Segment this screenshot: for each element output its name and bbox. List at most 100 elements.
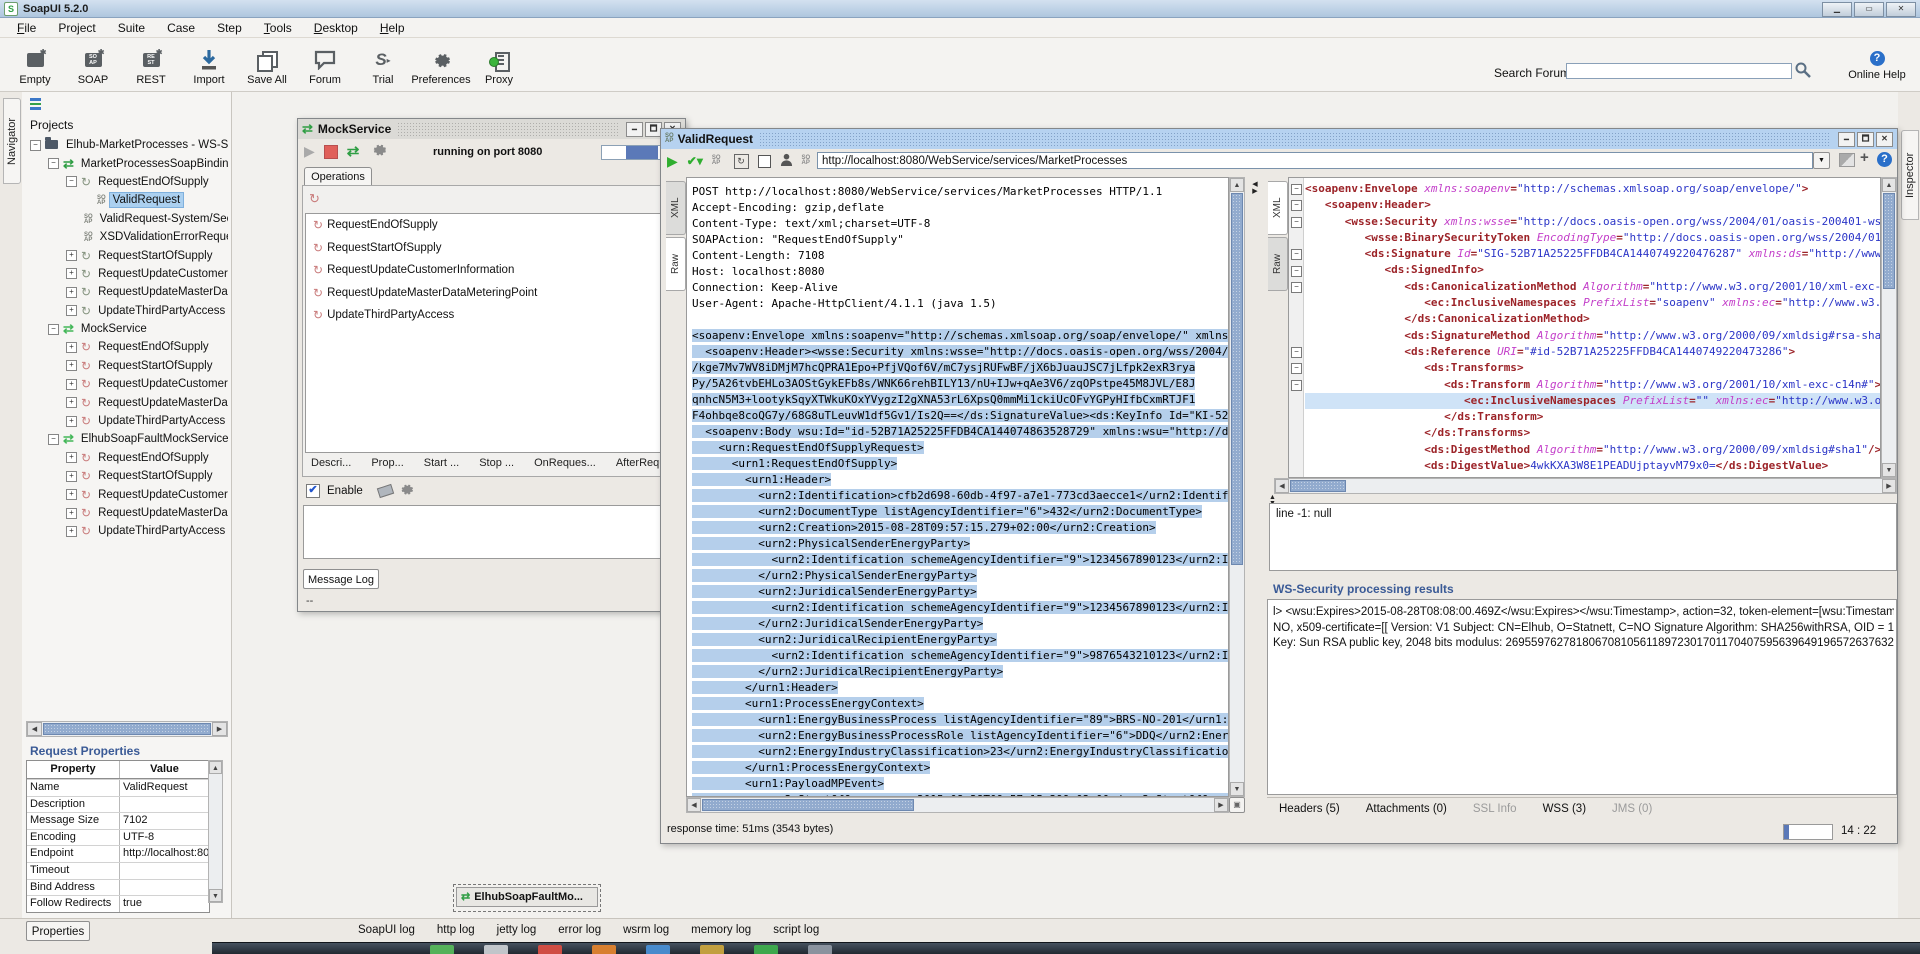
tree-toggle-icon[interactable]: − <box>48 324 59 335</box>
tree-node[interactable]: −⇄MarketProcessesSoapBinding <box>28 154 228 172</box>
request-hscrollbar[interactable]: ◀ ▶ <box>686 797 1229 813</box>
clear-request-icon[interactable] <box>758 155 771 168</box>
response-hscrollbar[interactable]: ◀ ▶ <box>1274 478 1897 494</box>
tree-node[interactable]: +↻UpdateThirdPartyAccess <box>28 412 228 430</box>
tree-node[interactable]: SOAPXSDValidationErrorRequest <box>28 228 228 246</box>
property-value-cell[interactable]: UTF-8 <box>119 830 209 846</box>
projects-root-label[interactable]: Projects <box>30 118 73 132</box>
menu-suite[interactable]: Suite <box>107 19 156 37</box>
splitter-collapse-icons[interactable]: ◀▶ <box>1247 177 1263 195</box>
scroll-down-icon[interactable]: ▼ <box>1230 782 1244 796</box>
window-titlebar[interactable]: S SoapUI 5.2.0 ▁ ▭ ✕ <box>0 0 1920 18</box>
tree-node[interactable]: +↻RequestUpdateMasterDataMeteringPoint <box>28 504 228 522</box>
split-layout-icon[interactable] <box>1839 153 1855 167</box>
log-tab-script-log[interactable]: script log <box>773 924 819 936</box>
request-help-icon[interactable]: ? <box>1877 152 1892 167</box>
property-value-cell[interactable]: ValidRequest <box>119 780 209 796</box>
message-log-tab[interactable]: Message Log <box>303 569 379 589</box>
inspector-tab-attachments-0-[interactable]: Attachments (0) <box>1366 803 1447 815</box>
log-tab-wsrm-log[interactable]: wsrm log <box>623 924 669 936</box>
scroll-up-icon[interactable]: ▲ <box>1230 178 1244 192</box>
tree-toggle-icon[interactable]: + <box>66 268 77 279</box>
menu-tools[interactable]: Tools <box>253 19 303 37</box>
menu-desktop[interactable]: Desktop <box>303 19 369 37</box>
property-value-cell[interactable]: 7102 <box>119 813 209 829</box>
menu-help[interactable]: Help <box>369 19 416 37</box>
tree-node[interactable]: −⇄MockService <box>28 320 228 338</box>
mock-operation-item[interactable]: ↻UpdateThirdPartyAccess <box>306 304 677 327</box>
mock-restart-icon[interactable]: ⇄ <box>347 146 360 158</box>
scroll-down-icon[interactable]: ▼ <box>1882 463 1896 477</box>
internal-minimize-icon[interactable]: 🗕 <box>1838 132 1855 147</box>
fold-toggle-icon[interactable]: − <box>1291 380 1302 391</box>
fold-toggle-icon[interactable]: − <box>1291 184 1302 195</box>
tree-toggle-icon[interactable]: + <box>66 250 77 261</box>
tree-node[interactable]: +↻RequestEndOfSupply <box>28 449 228 467</box>
log-tab-memory-log[interactable]: memory log <box>691 924 751 936</box>
scroll-left-icon[interactable]: ◀ <box>687 798 701 812</box>
property-value-cell[interactable]: true <box>119 896 209 912</box>
search-forum-input[interactable] <box>1566 63 1792 79</box>
mock-operation-item[interactable]: ↻RequestUpdateCustomerInformation <box>306 259 677 282</box>
scrollbar-thumb[interactable] <box>43 723 211 735</box>
menu-step[interactable]: Step <box>206 19 253 37</box>
mock-operation-item[interactable]: ↻RequestStartOfSupply <box>306 237 677 260</box>
log-tab-http-log[interactable]: http log <box>437 924 475 936</box>
fold-toggle-icon[interactable]: − <box>1291 200 1302 211</box>
properties-vscrollbar[interactable]: ▲ ▼ <box>208 760 223 903</box>
pane-splitter[interactable]: ◀▶ <box>1247 177 1263 813</box>
tree-toggle-icon[interactable]: + <box>66 360 77 371</box>
response-vscrollbar[interactable]: ▲ ▼ <box>1881 177 1897 478</box>
tree-toggle-icon[interactable]: + <box>66 452 77 463</box>
mock-operation-icon[interactable]: ↻ <box>309 191 320 207</box>
enable-checkbox[interactable]: ✔ <box>306 484 320 498</box>
tree-options-icon[interactable] <box>30 98 41 110</box>
scrollbar-thumb[interactable] <box>1231 193 1243 565</box>
windows-taskbar[interactable] <box>212 942 1920 954</box>
menu-case[interactable]: Case <box>156 19 206 37</box>
taskbar-app-icon[interactable] <box>754 945 778 954</box>
view-tab-raw[interactable]: Raw <box>666 237 686 291</box>
eraser-icon[interactable] <box>377 484 394 498</box>
fold-toggle-icon[interactable]: − <box>1291 249 1302 260</box>
mock-stop-icon[interactable] <box>324 145 338 159</box>
tree-node[interactable]: +↻RequestEndOfSupply <box>28 338 228 356</box>
scroll-left-icon[interactable]: ◀ <box>27 722 42 736</box>
endpoint-dropdown-icon[interactable]: ▼ <box>1813 152 1830 169</box>
mock-operation-item[interactable]: ↻RequestEndOfSupply <box>306 214 677 237</box>
taskbar-app-icon[interactable] <box>430 945 454 954</box>
tree-toggle-icon[interactable]: + <box>66 489 77 500</box>
scroll-right-icon[interactable]: ▶ <box>1214 798 1228 812</box>
popup-editor-icon[interactable]: ▣ <box>1229 797 1245 813</box>
internal-close-icon[interactable]: ✕ <box>1876 132 1893 147</box>
fold-toggle-icon[interactable]: − <box>1291 347 1302 358</box>
request-editor[interactable]: POST http://localhost:8080/WebService/se… <box>686 177 1229 797</box>
maximize-button[interactable]: ▭ <box>1854 2 1884 17</box>
validation-error-box[interactable]: line -1: null <box>1269 503 1897 571</box>
scroll-right-icon[interactable]: ▶ <box>212 722 227 736</box>
proxy-button[interactable]: Proxy <box>470 41 528 88</box>
tree-node[interactable]: +↻RequestUpdateCustomerInformation <box>28 485 228 503</box>
online-help-button[interactable]: ? Online Help <box>1838 50 1916 81</box>
tree-node[interactable]: +↻RequestUpdateCustomerInformation <box>28 375 228 393</box>
tree-toggle-icon[interactable]: + <box>66 287 77 298</box>
properties-bottom-tab[interactable]: Properties <box>26 921 90 941</box>
menu-file[interactable]: File <box>6 19 47 37</box>
tree-node[interactable]: −Elhub-MarketProcesses - WS-Security <box>28 136 228 154</box>
taskbar-app-icon[interactable] <box>484 945 508 954</box>
tree-node[interactable]: +↻UpdateThirdPartyAccess <box>28 522 228 540</box>
tree-toggle-icon[interactable]: + <box>66 305 77 316</box>
operations-list[interactable]: ↻RequestEndOfSupply↻RequestStartOfSupply… <box>305 213 678 453</box>
scrollbar-thumb[interactable] <box>1290 480 1346 492</box>
mock-section-tab[interactable]: Prop... <box>365 455 409 471</box>
add-icon[interactable]: + <box>1860 149 1869 166</box>
mockservice-titlebar[interactable]: ⇄ MockService 🗕 🗖 ✕ <box>298 119 685 139</box>
property-value-cell[interactable] <box>119 880 209 896</box>
internal-maximize-icon[interactable]: 🗖 <box>1857 132 1874 147</box>
tree-node[interactable]: −⇄ElhubSoapFaultMockService <box>28 430 228 448</box>
view-tab-xml[interactable]: XML <box>666 181 686 235</box>
recreate-request-icon[interactable]: ↻ <box>734 154 749 169</box>
taskbar-app-icon[interactable] <box>700 945 724 954</box>
minimized-window-frame[interactable]: ⇄ ElhubSoapFaultMo... <box>453 884 601 912</box>
request-vscrollbar[interactable]: ▲ ▼ <box>1229 177 1245 797</box>
